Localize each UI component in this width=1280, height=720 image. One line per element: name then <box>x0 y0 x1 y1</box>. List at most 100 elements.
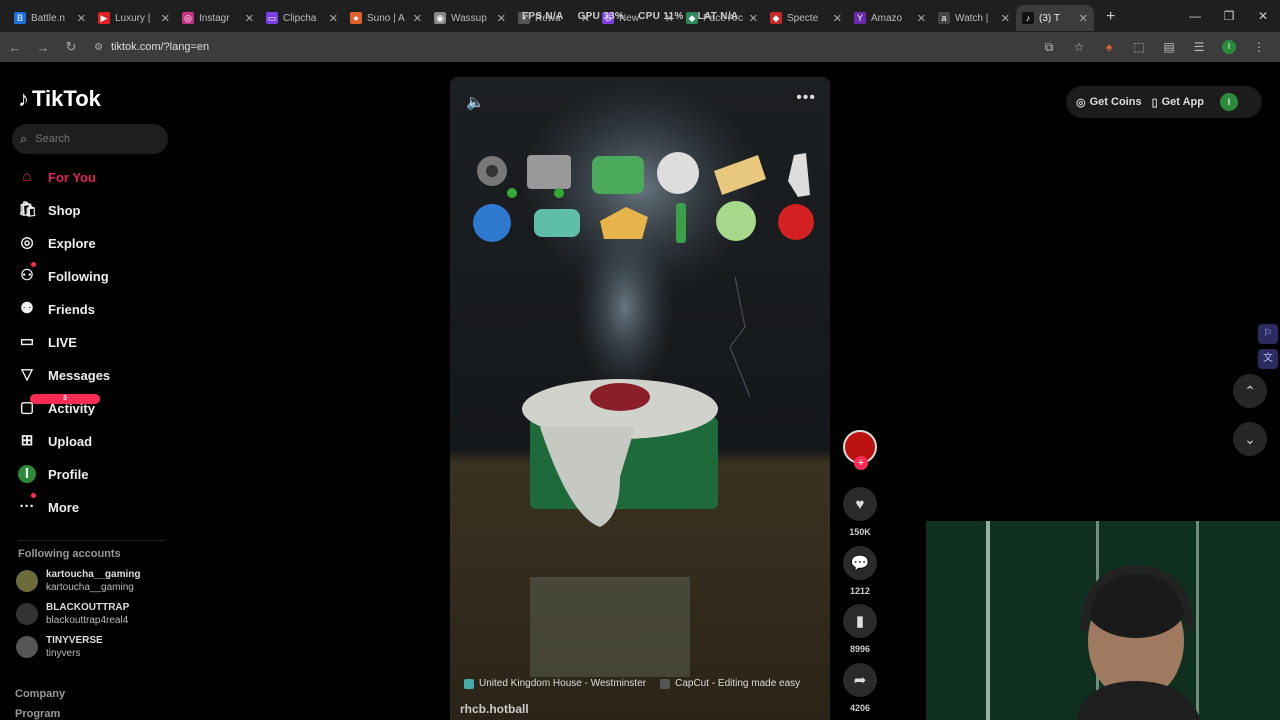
sidebar-item-live[interactable]: ▭ LIVE <box>18 330 77 354</box>
sidebar-item-activity[interactable]: ▢ 3 Activity <box>18 394 100 420</box>
url-text: tiktok.com/?lang=en <box>110 41 210 53</box>
tab-close-icon[interactable]: ✕ <box>413 12 422 25</box>
url-field[interactable]: ⚙ tiktok.com/?lang=en <box>94 41 209 53</box>
split-view-icon[interactable]: ▤ <box>1154 40 1184 54</box>
back-icon[interactable]: ← <box>2 40 28 55</box>
location-chip[interactable]: United Kingdom House - Westminster <box>464 678 646 689</box>
save-action[interactable]: ▮ 8996 <box>842 604 878 654</box>
tab-close-icon[interactable]: ✕ <box>161 12 170 25</box>
new-tab-icon[interactable]: + <box>1106 8 1115 26</box>
tab-favicon-icon: ● <box>350 12 362 24</box>
footer-company-link[interactable]: Company <box>15 688 65 700</box>
sidebar-item-shop[interactable]: 🛍 Shop <box>18 198 81 222</box>
tiktok-logo[interactable]: ♪ TikTok <box>18 86 101 112</box>
perf-stat: FPS N/A <box>522 11 564 22</box>
capcut-chip[interactable]: CapCut - Editing made easy <box>660 678 800 689</box>
share-arrow-icon[interactable]: ➦ <box>843 663 877 697</box>
tab-favicon-icon: ▭ <box>266 12 278 24</box>
volume-icon[interactable]: 🔈 <box>466 93 485 111</box>
translate-extension-icon[interactable]: 文 <box>1258 349 1278 369</box>
browser-tab[interactable]: ▶ Luxury | ✕ <box>92 5 176 31</box>
reading-list-icon[interactable]: ☰ <box>1184 40 1214 54</box>
sidebar-item-messages[interactable]: ▽ Messages <box>18 363 110 387</box>
browser-tab[interactable]: ◉ Wassup ✕ <box>428 5 512 31</box>
tab-favicon-icon: a <box>938 12 950 24</box>
close-window-icon[interactable]: ✕ <box>1246 9 1280 23</box>
following-account[interactable]: BLACKOUTTRAP blackouttrap4real4 <box>16 601 129 627</box>
tab-title: Instagr <box>199 12 230 24</box>
extensions-icon[interactable]: ⬚ <box>1124 40 1154 54</box>
browser-tab[interactable]: B Battle.n ✕ <box>8 5 92 31</box>
search-icon[interactable]: ⌕ <box>20 131 27 147</box>
tab-close-icon[interactable]: ✕ <box>497 12 506 25</box>
following-account[interactable]: TINYVERSE tinyvers <box>16 634 103 660</box>
tab-close-icon[interactable]: ✕ <box>329 12 338 25</box>
browser-tab[interactable]: ♪ (3) T ✕ <box>1016 5 1094 31</box>
logo-text: TikTok <box>32 86 101 111</box>
following-account[interactable]: kartoucha__gaming kartoucha__gaming <box>16 568 140 594</box>
video-player[interactable]: 🔈 ••• United Kingdom House - Westminster <box>450 77 830 720</box>
browser-toolbar: ⧉ ☆ ♠ ⬚ ▤ ☰ I ⋮ <box>1034 32 1274 62</box>
get-coins-button[interactable]: ◎ Get Coins <box>1076 96 1142 109</box>
more-icon: ··· <box>19 498 35 515</box>
footer-program-link[interactable]: Program <box>15 708 60 720</box>
follow-plus-icon[interactable]: + <box>854 456 868 470</box>
site-info-icon[interactable]: ⚙ <box>94 42 103 53</box>
search-input[interactable] <box>35 133 146 145</box>
browser-tab[interactable]: Y Amazo ✕ <box>848 5 932 31</box>
tab-favicon-icon: ▶ <box>98 12 110 24</box>
video-author[interactable]: rhcb.hotball <box>460 702 529 716</box>
forward-icon[interactable]: → <box>30 40 56 55</box>
tab-close-icon[interactable]: ✕ <box>245 12 254 25</box>
comment-icon[interactable]: 💬 <box>843 546 877 580</box>
extension-fox-icon[interactable]: ♠ <box>1094 40 1124 54</box>
tab-close-icon[interactable]: ✕ <box>1079 12 1088 25</box>
search-box[interactable]: ⌕ <box>12 124 168 154</box>
tab-close-icon[interactable]: ✕ <box>917 12 926 25</box>
tab-close-icon[interactable]: ✕ <box>77 12 86 25</box>
coin-icon: ◎ <box>1076 96 1086 109</box>
tab-close-icon[interactable]: ✕ <box>833 12 842 25</box>
perf-stat: GPU 33% <box>577 11 625 22</box>
browser-tab[interactable]: ● Suno | A ✕ <box>344 5 428 31</box>
sidebar-item-explore[interactable]: ◎ Explore <box>18 231 95 255</box>
get-coins-label: Get Coins <box>1089 96 1142 108</box>
heart-icon[interactable]: ♥ <box>843 487 877 521</box>
sidebar-item-upload[interactable]: ⊞ Upload <box>18 429 92 453</box>
user-avatar[interactable]: I <box>1220 93 1238 111</box>
browser-tab[interactable]: ◆ Specte ✕ <box>764 5 848 31</box>
browser-tab[interactable]: ◎ Instagr ✕ <box>176 5 260 31</box>
video-more-options-icon[interactable]: ••• <box>796 89 816 107</box>
next-video-button[interactable]: ⌄ <box>1233 422 1267 456</box>
reload-icon[interactable]: ↻ <box>58 39 84 55</box>
tab-title: Luxury | <box>115 12 151 24</box>
sidebar-item-label: For You <box>48 169 96 185</box>
sidebar-item-following[interactable]: ⚇ Following <box>18 262 109 288</box>
tab-title: Amazo <box>871 12 903 24</box>
creator-avatar-action[interactable]: + <box>842 430 878 470</box>
previous-video-button[interactable]: ⌃ <box>1233 374 1267 408</box>
install-app-icon[interactable]: ⧉ <box>1034 40 1064 55</box>
creator-avatar[interactable]: + <box>843 430 877 470</box>
bookmark-star-icon[interactable]: ☆ <box>1064 40 1094 54</box>
get-app-button[interactable]: ▯ Get App <box>1152 96 1204 109</box>
maximize-icon[interactable]: ❐ <box>1212 9 1246 23</box>
sidebar-item-for-you[interactable]: ⌂ For You <box>18 165 96 189</box>
sidebar-item-profile[interactable]: I Profile <box>18 462 88 486</box>
browser-tab[interactable]: a Watch | ✕ <box>932 5 1016 31</box>
notification-badge: 3 <box>30 394 100 404</box>
share-action[interactable]: ➦ 4206 <box>842 663 878 713</box>
sidebar-item-label: Profile <box>48 466 89 482</box>
browser-profile-avatar[interactable]: I <box>1222 40 1236 54</box>
like-action[interactable]: ♥ 150K <box>842 487 878 537</box>
browser-tab[interactable]: ▭ Clipcha ✕ <box>260 5 344 31</box>
sidebar-item-more[interactable]: ··· More <box>18 493 79 519</box>
browser-menu-icon[interactable]: ⋮ <box>1244 40 1274 54</box>
sidebar-item-friends[interactable]: ⚉ Friends <box>18 297 95 321</box>
comment-action[interactable]: 💬 1212 <box>842 546 878 596</box>
tab-favicon-icon: ◎ <box>182 12 194 24</box>
bookmark-icon[interactable]: ▮ <box>843 604 877 638</box>
side-extension-icon[interactable]: ⚐ <box>1258 324 1278 344</box>
tab-close-icon[interactable]: ✕ <box>1001 12 1010 25</box>
minimize-icon[interactable]: — <box>1178 9 1212 23</box>
